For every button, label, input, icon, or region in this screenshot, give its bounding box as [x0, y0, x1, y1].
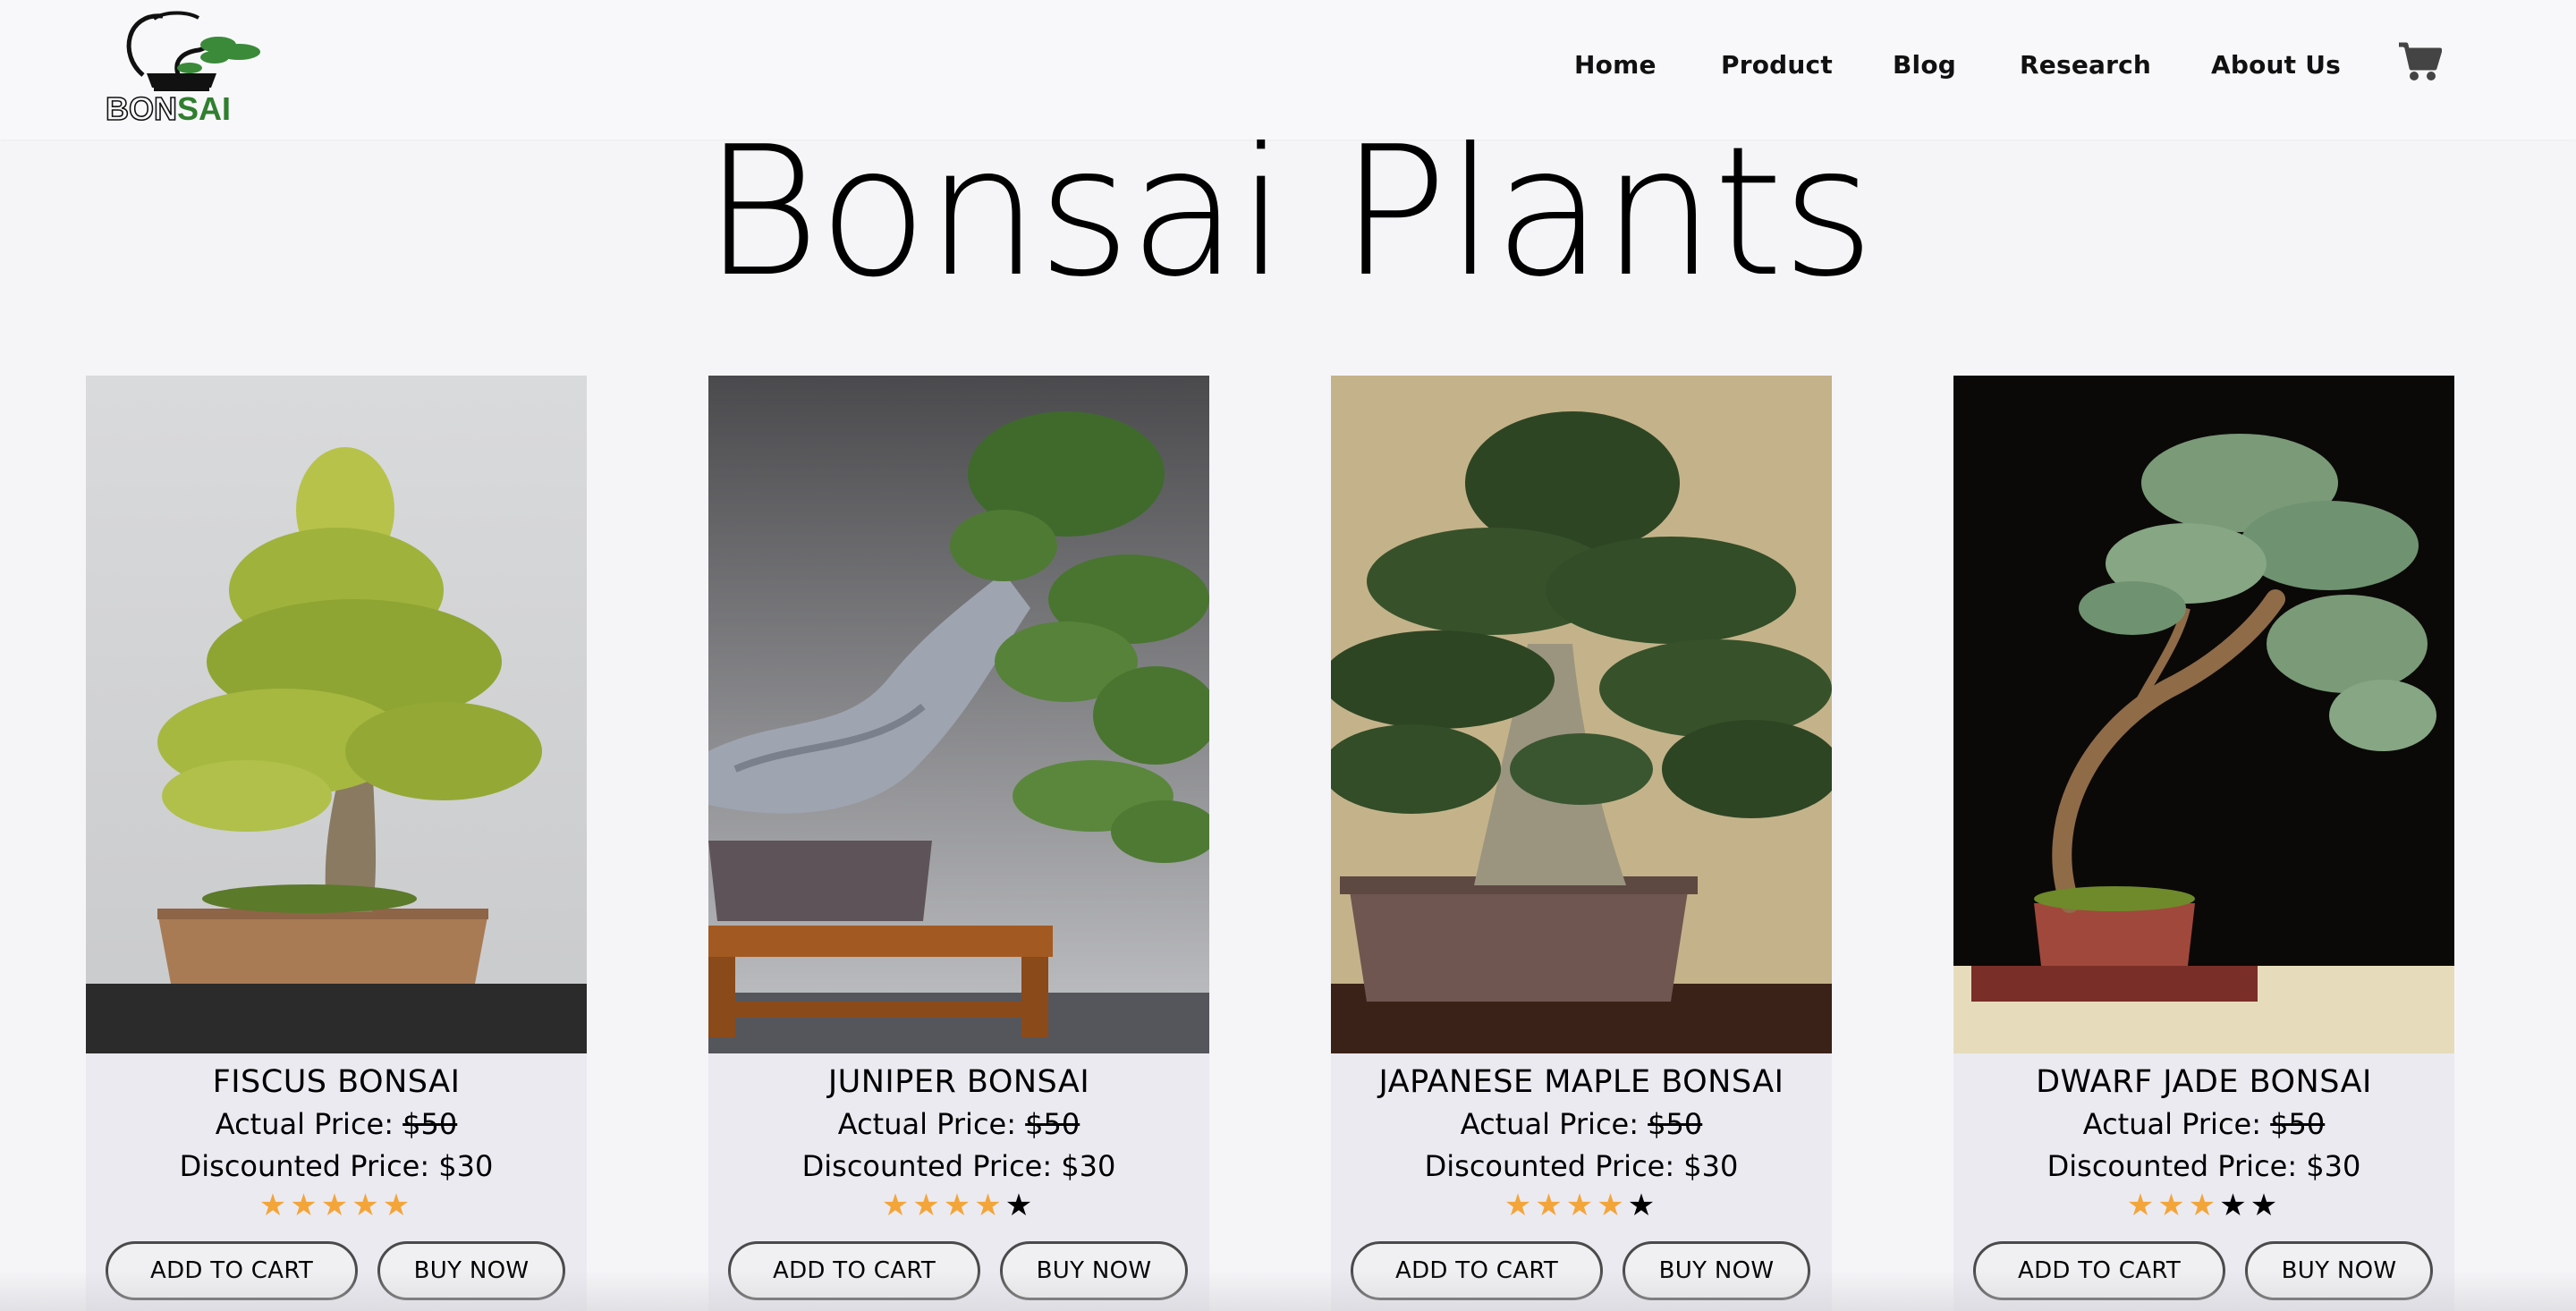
site-header: BON SAI Home Product Blog Research About…: [0, 0, 2576, 140]
star-filled-icon: ★: [2188, 1188, 2220, 1223]
actual-price: Actual Price: $50: [215, 1107, 458, 1141]
product-card: FISCUS BONSAI Actual Price: $50 Discount…: [86, 376, 587, 1311]
star-rating: ★★★★★: [1953, 1188, 2454, 1223]
star-filled-icon: ★: [974, 1188, 1005, 1223]
svg-text:BON: BON: [106, 90, 177, 125]
star-rating: ★★★★★: [1331, 1188, 1832, 1223]
buy-now-button[interactable]: BUY NOW: [1623, 1241, 1810, 1300]
product-card: JUNIPER BONSAI Actual Price: $50 Discoun…: [708, 376, 1209, 1311]
product-image[interactable]: [1953, 376, 2454, 1053]
discounted-price: Discounted Price: $30: [801, 1149, 1116, 1183]
star-filled-icon: ★: [2157, 1188, 2189, 1223]
star-filled-icon: ★: [1504, 1188, 1536, 1223]
main-nav: Home Product Blog Research About Us: [0, 50, 2576, 86]
discounted-price: Discounted Price: $30: [179, 1149, 494, 1183]
star-filled-icon: ★: [320, 1188, 352, 1223]
star-empty-icon: ★: [2219, 1188, 2250, 1223]
discounted-price: Discounted Price: $30: [2046, 1149, 2361, 1183]
shopping-cart-icon[interactable]: [2397, 41, 2443, 82]
product-name: FISCUS BONSAI: [212, 1064, 461, 1100]
actual-price: Actual Price: $50: [837, 1107, 1080, 1141]
star-filled-icon: ★: [943, 1188, 975, 1223]
product-card: JAPANESE MAPLE BONSAI Actual Price: $50 …: [1331, 376, 1832, 1311]
add-to-cart-button[interactable]: ADD TO CART: [728, 1241, 980, 1300]
star-filled-icon: ★: [382, 1188, 414, 1223]
nav-home[interactable]: Home: [1574, 50, 1657, 80]
star-filled-icon: ★: [290, 1188, 321, 1223]
star-rating: ★★★★★: [86, 1188, 587, 1223]
star-empty-icon: ★: [1004, 1188, 1037, 1223]
star-filled-icon: ★: [2126, 1188, 2158, 1223]
product-name: DWARF JADE BONSAI: [2036, 1064, 2372, 1100]
add-to-cart-button[interactable]: ADD TO CART: [1973, 1241, 2225, 1300]
product-name: JAPANESE MAPLE BONSAI: [1378, 1064, 1784, 1100]
star-filled-icon: ★: [881, 1188, 913, 1223]
actual-price: Actual Price: $50: [2082, 1107, 2326, 1141]
nav-about-us[interactable]: About Us: [2211, 50, 2341, 80]
svg-text:SAI: SAI: [177, 90, 231, 125]
actual-price: Actual Price: $50: [1460, 1107, 1703, 1141]
product-image[interactable]: [86, 376, 587, 1053]
nav-research[interactable]: Research: [2020, 50, 2151, 80]
star-filled-icon: ★: [1597, 1188, 1628, 1223]
add-to-cart-button[interactable]: ADD TO CART: [106, 1241, 358, 1300]
buy-now-button[interactable]: BUY NOW: [2245, 1241, 2433, 1300]
star-empty-icon: ★: [1627, 1188, 1659, 1223]
star-filled-icon: ★: [912, 1188, 944, 1223]
product-image[interactable]: [1331, 376, 1832, 1053]
add-to-cart-button[interactable]: ADD TO CART: [1351, 1241, 1603, 1300]
buy-now-button[interactable]: BUY NOW: [1000, 1241, 1188, 1300]
buy-now-button[interactable]: BUY NOW: [377, 1241, 565, 1300]
star-filled-icon: ★: [352, 1188, 383, 1223]
product-name: JUNIPER BONSAI: [827, 1064, 1090, 1100]
product-card: DWARF JADE BONSAI Actual Price: $50 Disc…: [1953, 376, 2454, 1311]
discounted-price: Discounted Price: $30: [1424, 1149, 1739, 1183]
page-title: Bonsai Plants: [702, 108, 1875, 317]
star-empty-icon: ★: [2250, 1188, 2282, 1223]
star-rating: ★★★★★: [708, 1188, 1209, 1223]
star-filled-icon: ★: [258, 1188, 291, 1223]
product-image[interactable]: [708, 376, 1209, 1053]
nav-blog[interactable]: Blog: [1893, 50, 1956, 80]
nav-product[interactable]: Product: [1721, 50, 1833, 80]
star-filled-icon: ★: [1535, 1188, 1566, 1223]
star-filled-icon: ★: [1565, 1188, 1597, 1223]
